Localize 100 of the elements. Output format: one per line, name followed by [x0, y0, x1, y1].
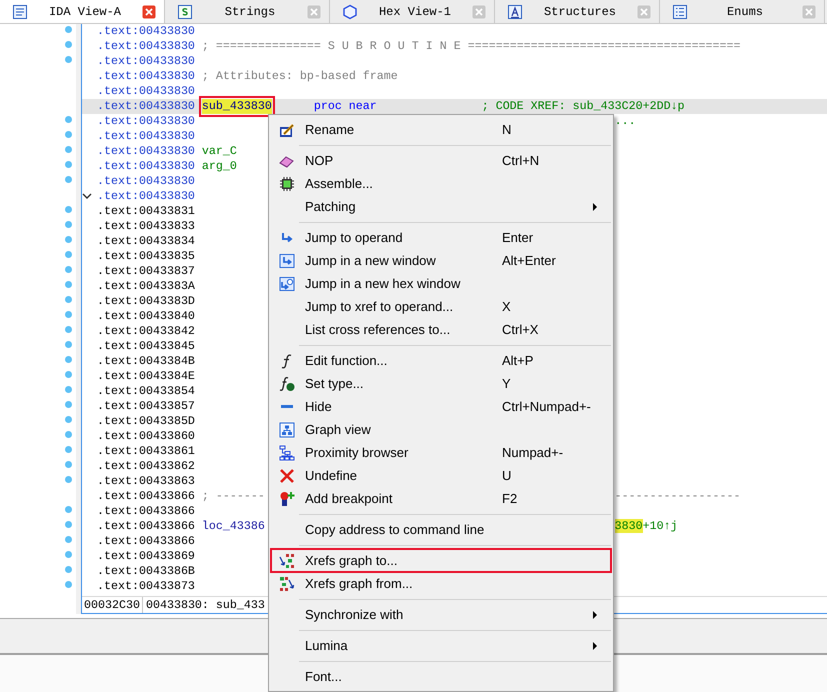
graph-icon [279, 552, 295, 568]
line-address: .text:00433860 [97, 429, 195, 444]
hexagon-icon [342, 4, 358, 20]
chevron-icon[interactable] [82, 193, 92, 200]
line-address: .text:00433830 [97, 114, 195, 129]
menu-item[interactable]: Graph view [271, 418, 611, 441]
xref-comment: ------------------ [614, 489, 741, 503]
text-icon [177, 4, 193, 20]
menu-item[interactable]: Rename N [271, 118, 611, 141]
xref-comment: ... [614, 114, 636, 128]
line-address: .text:00433837 [97, 264, 195, 279]
line-address: .text:00433857 [97, 399, 195, 414]
menu-item[interactable]: NOP Ctrl+N [271, 149, 611, 172]
close-icon[interactable] [307, 4, 321, 18]
shortcut-text: Enter [502, 230, 534, 245]
menu-item[interactable]: Copy address to command line [271, 518, 611, 541]
line-address: .text:00433831 [97, 204, 195, 219]
close-icon[interactable] [637, 4, 651, 18]
variable-name: var_C [202, 144, 237, 159]
variable-name: arg_0 [202, 159, 237, 174]
comment-text: ; =============== S U B R O U T I N E ======================================= [202, 39, 741, 54]
menu-item[interactable]: Xrefs graph to... [271, 549, 611, 572]
graph-icon [279, 576, 295, 592]
tree-icon [279, 444, 295, 460]
tab[interactable]: Strings [165, 0, 330, 23]
close-icon[interactable] [472, 4, 486, 18]
line-address: .text:00433830 [97, 174, 195, 189]
menu-item[interactable]: Jump to xref to operand... X [271, 295, 611, 318]
menu-item[interactable]: Jump in a new window Alt+Enter [271, 249, 611, 272]
graph-window-icon [279, 422, 295, 438]
menu-item[interactable]: Add breakpoint F2 [271, 487, 611, 510]
shortcut-text: Ctrl+Numpad+- [502, 399, 591, 414]
menu-item[interactable]: Assemble... [271, 172, 611, 195]
line-address: .text:00433830 [97, 99, 195, 114]
line-address: .text:0043386B [97, 564, 195, 579]
line-address: .text:00433866 [97, 489, 195, 504]
line-address: .text:0043383D [97, 294, 195, 309]
line-address: .text:00433835 [97, 249, 195, 264]
xref-comment: ; CODE XREF: sub_433C20+2DD↓p [482, 99, 685, 114]
function-type-icon [279, 376, 295, 392]
structure-icon [507, 4, 523, 20]
line-address: .text:00433830 [97, 69, 195, 84]
menu-item[interactable]: Synchronize with [271, 603, 611, 626]
line-address: .text:00433873 [97, 579, 195, 594]
shortcut-text: N [502, 122, 512, 137]
line-address: .text:0043384B [97, 354, 195, 369]
menu-item[interactable]: Undefine U [271, 464, 611, 487]
offset-text: 00032C30 [82, 597, 143, 613]
shortcut-text: X [502, 299, 511, 314]
line-address: .text:00433840 [97, 309, 195, 324]
line-address: .text:00433842 [97, 324, 195, 339]
breakpoint-icon [279, 490, 295, 506]
tab[interactable]: Enums [660, 0, 825, 23]
document-icon [12, 4, 28, 20]
close-icon[interactable] [802, 4, 816, 18]
menu-item[interactable]: Patching [271, 195, 611, 218]
line-address: .text:00433869 [97, 549, 195, 564]
menu-item[interactable]: Xrefs graph from... [271, 572, 611, 595]
tab[interactable]: Structures [495, 0, 660, 23]
menu-item[interactable]: Hide Ctrl+Numpad+- [271, 395, 611, 418]
line-address: .text:00433830 [97, 84, 195, 99]
xref-comment: 3830 [614, 519, 643, 533]
shortcut-text: Ctrl+X [502, 322, 538, 337]
line-address: .text:00433854 [97, 384, 195, 399]
line-address: .text:00433834 [97, 234, 195, 249]
label-name: loc_43386 [202, 519, 265, 534]
tab[interactable]: Hex View-1 [330, 0, 495, 23]
line-address: .text:00433830 [97, 129, 195, 144]
line-address: .text:00433863 [97, 474, 195, 489]
menu-item[interactable]: Proximity browser Numpad+- [271, 441, 611, 464]
line-address: .text:00433845 [97, 339, 195, 354]
directive-text: proc near [314, 99, 377, 114]
comment-text: ; ------- [202, 489, 265, 504]
menu-item[interactable]: Jump in a new hex window [271, 272, 611, 295]
location-text: 00433830: sub_433 [144, 597, 265, 613]
line-address: .text:00433830 [97, 24, 195, 39]
minus-icon [281, 405, 293, 408]
line-address: .text:0043384E [97, 369, 195, 384]
comment-text: ; Attributes: bp-based frame [202, 69, 398, 84]
line-address: .text:00433861 [97, 444, 195, 459]
pencil-icon [279, 122, 295, 138]
menu-item[interactable]: List cross references to... Ctrl+X [271, 318, 611, 341]
shortcut-text: U [502, 468, 512, 483]
line-address: .text:00433830 [97, 39, 195, 54]
line-address: .text:0043383A [97, 279, 195, 294]
chip-icon [279, 176, 295, 192]
tab[interactable]: IDA View-A [0, 0, 165, 23]
line-address: .text:00433830 [97, 54, 195, 69]
line-address: .text:00433866 [97, 519, 195, 534]
close-icon[interactable] [142, 4, 156, 18]
shortcut-text: Ctrl+N [502, 153, 540, 168]
menu-item[interactable]: Edit function... Alt+P [271, 349, 611, 372]
shortcut-text: Alt+P [502, 353, 534, 368]
shortcut-text: F2 [502, 491, 518, 506]
line-address: .text:00433866 [97, 504, 195, 519]
shortcut-text: Alt+Enter [502, 253, 556, 268]
menu-item[interactable]: Jump to operand Enter [271, 226, 611, 249]
menu-item[interactable]: Set type... Y [271, 372, 611, 395]
line-address: .text:0043385D [97, 414, 195, 429]
line-address: .text:00433866 [97, 534, 195, 549]
